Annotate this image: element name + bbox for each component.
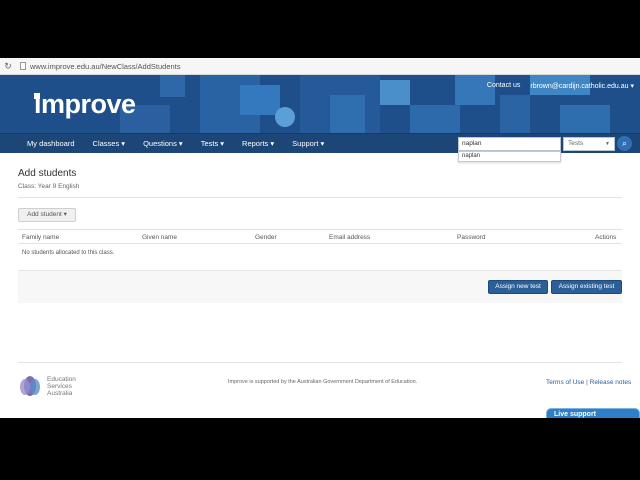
- nav-reports[interactable]: Reports ▾: [233, 134, 283, 154]
- search-scope-value: Tests: [568, 140, 584, 147]
- search-button[interactable]: ⌕: [617, 136, 632, 151]
- nav-tests[interactable]: Tests ▾: [192, 134, 233, 154]
- page-icon: [20, 62, 26, 70]
- header-banner: improve Contact us rbrown@cardijn.cathol…: [0, 75, 640, 133]
- esa-name-line: Services: [47, 383, 72, 390]
- top-links: Contact us rbrown@cardijn.catholic.edu.a…: [487, 82, 634, 90]
- main-nav: My dashboard Classes ▾ Questions ▾ Tests…: [0, 133, 640, 153]
- search-scope-select[interactable]: Tests ▼: [563, 137, 615, 151]
- search-icon: ⌕: [621, 138, 628, 148]
- nav-my-dashboard[interactable]: My dashboard: [18, 134, 84, 154]
- footer-note: Improve is supported by the Australian G…: [228, 379, 418, 385]
- address-bar[interactable]: ↻ www.improve.edu.au/NewClass/AddStudent…: [0, 58, 640, 75]
- column-family-name[interactable]: Family name: [22, 234, 59, 241]
- footer-links: Terms of Use | Release notes: [546, 379, 631, 386]
- terms-link[interactable]: Terms of Use: [546, 379, 584, 386]
- esa-name-line: Australia: [47, 390, 73, 397]
- release-notes-link[interactable]: Release notes: [590, 379, 632, 386]
- chevron-down-icon: ▾: [630, 83, 634, 90]
- divider: [18, 197, 622, 198]
- empty-table-message: No students allocated to this class.: [22, 250, 115, 256]
- esa-logo-icon: [18, 374, 42, 398]
- user-email: rbrown@cardijn.catholic.edu.au: [530, 83, 629, 90]
- students-table-header: Family name Given name Gender Email addr…: [18, 229, 622, 244]
- column-email[interactable]: Email address: [329, 234, 370, 241]
- esa-name-line: Education: [47, 376, 76, 383]
- column-gender[interactable]: Gender: [255, 234, 277, 241]
- search-input[interactable]: naplan: [458, 137, 561, 151]
- action-panel: Assign new test Assign existing test: [18, 270, 622, 303]
- nav-support[interactable]: Support ▾: [283, 134, 333, 154]
- improve-logo[interactable]: improve: [34, 89, 136, 120]
- chevron-down-icon: ▼: [605, 141, 610, 147]
- search-suggestion[interactable]: naplan: [458, 151, 561, 162]
- live-support-tab[interactable]: Live support: [546, 408, 640, 418]
- nav-questions[interactable]: Questions ▾: [134, 134, 192, 154]
- contact-link[interactable]: Contact us: [487, 82, 520, 90]
- column-actions: Actions: [595, 234, 617, 241]
- column-given-name[interactable]: Given name: [142, 234, 177, 241]
- assign-existing-test-button[interactable]: Assign existing test: [551, 280, 622, 294]
- assign-new-test-button[interactable]: Assign new test: [488, 280, 548, 294]
- browser-viewport: ↻ www.improve.edu.au/NewClass/AddStudent…: [0, 58, 640, 418]
- esa-name: Education Services Australia: [47, 376, 87, 397]
- nav-classes[interactable]: Classes ▾: [84, 134, 135, 154]
- url-text[interactable]: www.improve.edu.au/NewClass/AddStudents: [30, 62, 181, 71]
- footer-divider: [18, 362, 622, 363]
- reload-icon[interactable]: ↻: [1, 61, 15, 72]
- add-student-button[interactable]: Add student ▾: [18, 208, 76, 222]
- page-title: Add students: [18, 168, 77, 179]
- footer-separator: |: [586, 379, 588, 386]
- user-menu[interactable]: rbrown@cardijn.catholic.edu.au ▾: [530, 82, 634, 90]
- class-label: Class: Year 9 English: [18, 183, 80, 190]
- column-password[interactable]: Password: [457, 234, 486, 241]
